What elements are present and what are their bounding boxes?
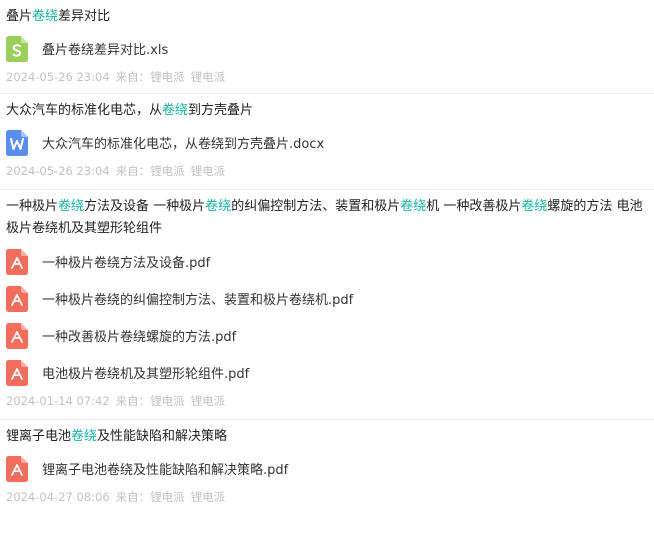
- attachment-item[interactable]: 电池极片卷绕机及其塑形轮组件.pdf: [6, 354, 654, 391]
- attachment-name[interactable]: 大众汽车的标准化电芯，从卷绕到方壳叠片.docx: [42, 133, 324, 152]
- from-label: 来自：: [115, 394, 151, 408]
- title-text: 一种极片: [6, 199, 59, 214]
- title-text: 差异对比: [58, 9, 111, 24]
- attachment-list: 叠片卷绕差异对比.xls: [6, 30, 654, 67]
- keyword-highlight: 卷绕: [205, 199, 232, 214]
- attachment-item[interactable]: 锂离子电池卷绕及性能缺陷和解决策略.pdf: [6, 450, 654, 487]
- attachment-item[interactable]: 一种极片卷绕的纠偏控制方法、装置和极片卷绕机.pdf: [6, 280, 654, 317]
- word-doc-icon: [6, 129, 28, 156]
- title-text: 锂离子电池: [6, 429, 72, 444]
- attachment-name[interactable]: 锂离子电池卷绕及性能缺陷和解决策略.pdf: [42, 459, 288, 478]
- keyword-highlight: 卷绕: [521, 199, 548, 214]
- title-text: 方法及设备 一种极片: [84, 199, 206, 214]
- attachment-item[interactable]: 一种改善极片卷绕螺旋的方法.pdf: [6, 317, 654, 354]
- spreadsheet-icon: [6, 35, 28, 62]
- post-date: 2024-05-26 23:04: [6, 164, 110, 178]
- result-meta: 2024-05-26 23:04 来自：锂电派 锂电派: [6, 69, 654, 85]
- source-link[interactable]: 锂电派: [191, 164, 226, 178]
- attachment-name[interactable]: 电池极片卷绕机及其塑形轮组件.pdf: [42, 363, 249, 382]
- title-text: 到方壳叠片: [188, 103, 254, 118]
- pdf-icon: [6, 455, 28, 482]
- title-text: 的纠偏控制方法、装置和极片: [231, 199, 401, 214]
- attachment-list: 锂离子电池卷绕及性能缺陷和解决策略.pdf: [6, 450, 654, 487]
- result-item: 叠片卷绕差异对比 叠片卷绕差异对比.xls 2024-05-26 23:04 来自：锂…: [0, 0, 654, 94]
- source-link[interactable]: 锂电派: [150, 70, 185, 84]
- attachment-item[interactable]: 大众汽车的标准化电芯，从卷绕到方壳叠片.docx: [6, 124, 654, 161]
- keyword-highlight: 卷绕: [162, 103, 189, 118]
- keyword-highlight: 卷绕: [71, 429, 98, 444]
- source-link[interactable]: 锂电派: [191, 70, 226, 84]
- result-meta: 2024-01-14 07:42 来自：锂电派 锂电派: [6, 393, 654, 409]
- attachment-list: 大众汽车的标准化电芯，从卷绕到方壳叠片.docx: [6, 124, 654, 161]
- source-link[interactable]: 锂电派: [150, 164, 185, 178]
- attachment-name[interactable]: 叠片卷绕差异对比.xls: [42, 39, 168, 58]
- post-date: 2024-05-26 23:04: [6, 70, 110, 84]
- pdf-icon: [6, 322, 28, 349]
- title-text: 大众汽车的标准化电芯，从: [6, 103, 163, 118]
- result-title[interactable]: 大众汽车的标准化电芯，从卷绕到方壳叠片: [6, 100, 654, 122]
- source-link[interactable]: 锂电派: [191, 490, 226, 504]
- attachment-list: 一种极片卷绕方法及设备.pdf 一种极片卷绕的纠偏控制方法、装置和极片卷绕机.pd…: [6, 243, 654, 391]
- pdf-icon: [6, 359, 28, 386]
- attachment-name[interactable]: 一种极片卷绕的纠偏控制方法、装置和极片卷绕机.pdf: [42, 289, 353, 308]
- source-link[interactable]: 锂电派: [150, 490, 185, 504]
- result-title[interactable]: 锂离子电池卷绕及性能缺陷和解决策略: [6, 426, 654, 448]
- result-item: 锂离子电池卷绕及性能缺陷和解决策略锂离子电池卷绕及性能缺陷和解决策略.pdf 20…: [0, 420, 654, 513]
- result-meta: 2024-05-26 23:04 来自：锂电派 锂电派: [6, 163, 654, 179]
- result-item: 一种极片卷绕方法及设备 一种极片卷绕的纠偏控制方法、装置和极片卷绕机 一种改善极…: [0, 190, 654, 420]
- result-title[interactable]: 一种极片卷绕方法及设备 一种极片卷绕的纠偏控制方法、装置和极片卷绕机 一种改善极…: [6, 196, 654, 240]
- attachment-name[interactable]: 一种极片卷绕方法及设备.pdf: [42, 252, 210, 271]
- title-text: 机 一种改善极片: [426, 199, 522, 214]
- post-date: 2024-01-14 07:42: [6, 394, 110, 408]
- from-label: 来自：: [115, 164, 151, 178]
- keyword-highlight: 卷绕: [58, 199, 85, 214]
- pdf-icon: [6, 248, 28, 275]
- attachment-item[interactable]: 叠片卷绕差异对比.xls: [6, 30, 654, 67]
- keyword-highlight: 卷绕: [32, 9, 59, 24]
- post-date: 2024-04-27 08:06: [6, 490, 110, 504]
- from-label: 来自：: [115, 70, 151, 84]
- source-link[interactable]: 锂电派: [150, 394, 185, 408]
- keyword-highlight: 卷绕: [400, 199, 427, 214]
- title-text: 叠片: [6, 9, 33, 24]
- attachment-item[interactable]: 一种极片卷绕方法及设备.pdf: [6, 243, 654, 280]
- from-label: 来自：: [115, 490, 151, 504]
- result-meta: 2024-04-27 08:06 来自：锂电派 锂电派: [6, 489, 654, 505]
- title-text: 及性能缺陷和解决策略: [97, 429, 228, 444]
- attachment-name[interactable]: 一种改善极片卷绕螺旋的方法.pdf: [42, 326, 236, 345]
- pdf-icon: [6, 285, 28, 312]
- result-title[interactable]: 叠片卷绕差异对比: [6, 6, 654, 28]
- search-results-list: 叠片卷绕差异对比 叠片卷绕差异对比.xls 2024-05-26 23:04 来自：锂…: [0, 0, 654, 513]
- source-link[interactable]: 锂电派: [191, 394, 226, 408]
- result-item: 大众汽车的标准化电芯，从卷绕到方壳叠片大众汽车的标准化电芯，从卷绕到方壳叠片.d…: [0, 94, 654, 190]
